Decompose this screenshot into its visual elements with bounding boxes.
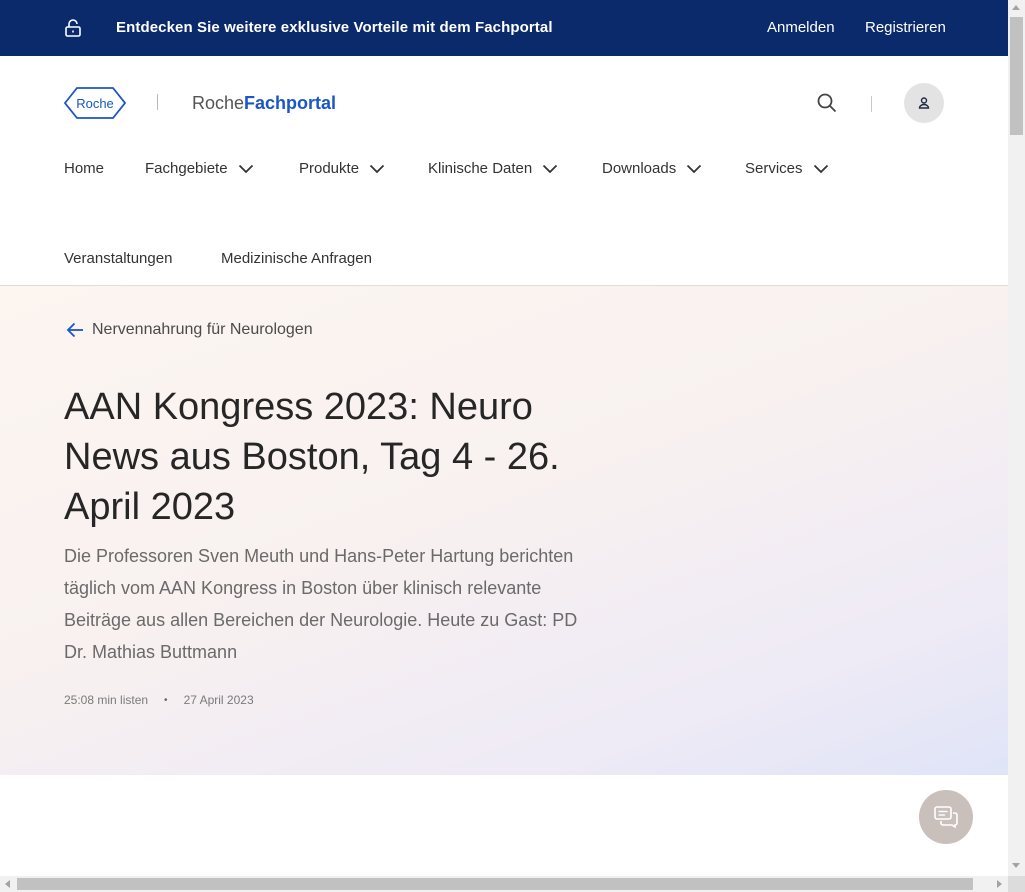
search-icon[interactable] <box>816 92 838 114</box>
nav-medizinische-anfragen[interactable]: Medizinische Anfragen <box>221 250 372 267</box>
arrow-left-icon <box>66 322 83 338</box>
scroll-down-arrow[interactable] <box>1012 863 1020 868</box>
chevron-down-icon <box>543 164 558 173</box>
nav-label: Produkte <box>299 160 360 177</box>
nav-label: Klinische Daten <box>428 160 533 177</box>
site-header: Roche RocheFachportal Home Fachgebiete P… <box>0 56 1008 286</box>
login-link[interactable]: Anmelden <box>767 19 835 36</box>
chat-icon <box>934 806 958 828</box>
nav-downloads[interactable]: Downloads <box>602 160 702 177</box>
nav-klinische-daten[interactable]: Klinische Daten <box>428 160 558 177</box>
back-link-label: Nervennahrung für Neurologen <box>92 321 313 338</box>
logo-text: Roche <box>76 96 114 111</box>
publish-date: 27 April 2023 <box>183 693 254 707</box>
nav-label: Home <box>64 160 105 177</box>
scroll-up-arrow[interactable] <box>1012 5 1020 10</box>
unlock-icon <box>65 19 81 37</box>
vertical-scroll-thumb[interactable] <box>1010 17 1023 135</box>
promo-text: Entdecken Sie weitere exklusive Vorteile… <box>116 19 553 36</box>
nav-produkte[interactable]: Produkte <box>299 160 385 177</box>
brand-suffix: Fachportal <box>244 93 337 113</box>
nav-label: Services <box>745 160 803 177</box>
nav-label: Fachgebiete <box>145 160 228 177</box>
nav-services[interactable]: Services <box>745 160 829 177</box>
article-hero: Nervennahrung für Neurologen AAN Kongres… <box>0 286 1008 775</box>
chevron-down-icon <box>238 164 253 173</box>
article-meta: 25:08 min listen • 27 April 2023 <box>64 693 254 707</box>
logo-divider <box>157 94 158 110</box>
listen-duration: 25:08 min listen <box>64 693 149 707</box>
chevron-down-icon <box>813 164 828 173</box>
register-link[interactable]: Registrieren <box>865 19 946 36</box>
nav-fachgebiete[interactable]: Fachgebiete <box>145 160 254 177</box>
brand-prefix: Roche <box>192 93 245 113</box>
page-title: AAN Kongress 2023: Neuro News aus Boston… <box>64 386 560 528</box>
user-account-button[interactable] <box>904 83 944 123</box>
chevron-down-icon <box>687 164 702 173</box>
brand-name[interactable]: RocheFachportal <box>192 93 336 114</box>
vertical-scrollbar[interactable] <box>1008 0 1025 876</box>
scroll-right-arrow[interactable] <box>997 880 1002 888</box>
meta-separator: • <box>164 694 168 706</box>
horizontal-scroll-thumb[interactable] <box>17 878 973 890</box>
promo-banner: Entdecken Sie weitere exklusive Vorteile… <box>0 0 1008 56</box>
article-description: Die Professoren Sven Meuth und Hans-Pete… <box>64 546 578 662</box>
chat-button[interactable] <box>919 790 973 844</box>
nav-home[interactable]: Home <box>64 160 104 177</box>
horizontal-scrollbar[interactable] <box>0 876 1008 892</box>
header-divider <box>871 96 872 112</box>
user-icon <box>918 97 930 109</box>
nav-veranstaltungen[interactable]: Veranstaltungen <box>64 250 172 267</box>
nav-label: Downloads <box>602 160 677 177</box>
roche-logo[interactable]: Roche <box>64 86 126 120</box>
scrollbar-corner <box>1008 876 1025 892</box>
scroll-left-arrow[interactable] <box>5 880 10 888</box>
chevron-down-icon <box>369 164 385 173</box>
back-link[interactable]: Nervennahrung für Neurologen <box>66 321 313 339</box>
